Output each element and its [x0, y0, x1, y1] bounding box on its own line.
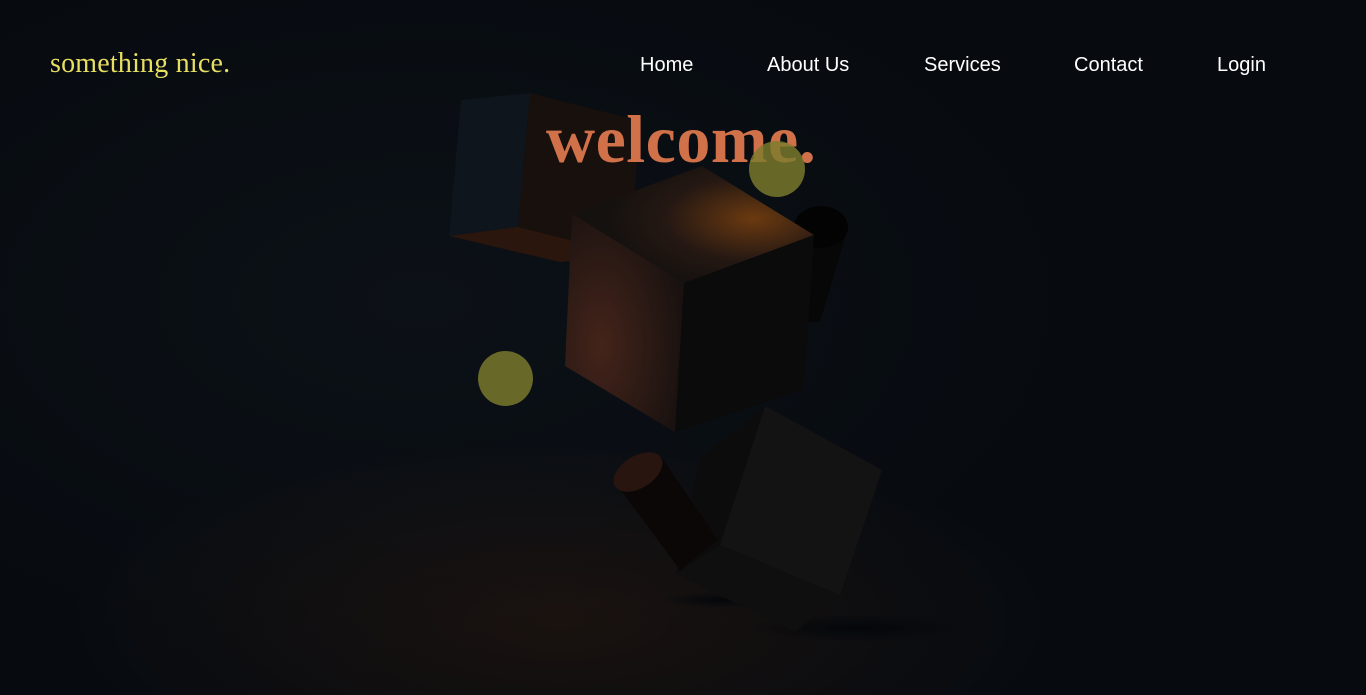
nav-link-services[interactable]: Services	[924, 54, 1001, 77]
nav-link-contact[interactable]: Contact	[1074, 54, 1143, 77]
main-nav: Home About Us Services Contact Login	[0, 54, 1366, 84]
nav-link-home[interactable]: Home	[640, 54, 693, 77]
decorative-orb	[749, 141, 805, 197]
nav-link-about-us[interactable]: About Us	[767, 54, 849, 77]
nav-link-login[interactable]: Login	[1217, 54, 1266, 77]
cube-main	[565, 166, 814, 432]
decorative-orb	[478, 351, 533, 406]
page: welcome. something nice. Home About Us S…	[0, 0, 1366, 695]
